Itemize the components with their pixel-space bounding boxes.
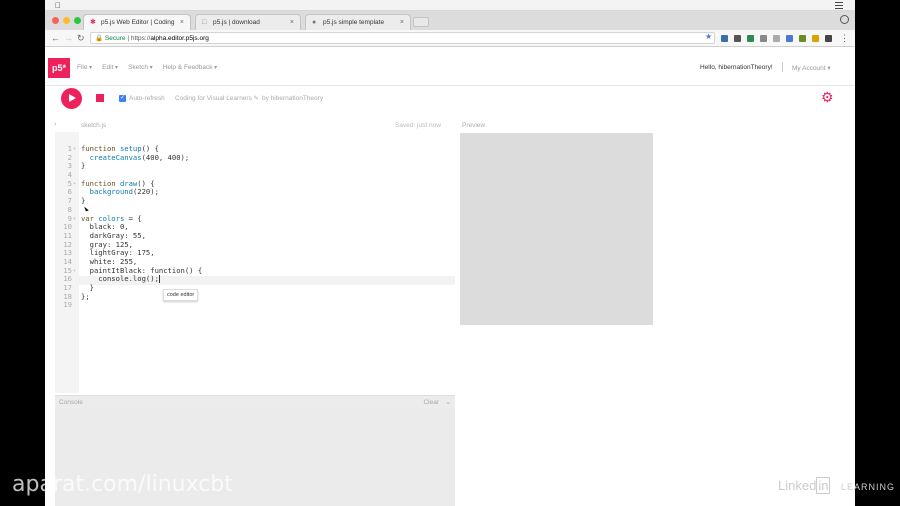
chevron-right-icon[interactable]: › bbox=[54, 121, 56, 128]
learning-label: LEARNING bbox=[841, 482, 896, 492]
browser-tab-template[interactable]: ● p5.js simple template × bbox=[305, 14, 411, 30]
auto-refresh-checkbox[interactable]: ✓ bbox=[119, 95, 126, 102]
console-clear-button[interactable]: Clear bbox=[423, 399, 439, 406]
mac-menu-bar:  bbox=[45, 0, 855, 11]
tab-title: p5.js | download bbox=[213, 19, 260, 26]
code-text: background(220); bbox=[89, 187, 159, 197]
extension-icon[interactable] bbox=[760, 35, 767, 42]
close-tab-icon[interactable]: × bbox=[400, 19, 404, 26]
menu-file[interactable]: File bbox=[77, 64, 92, 71]
header-divider bbox=[782, 62, 783, 72]
line-number: 19 bbox=[63, 300, 72, 310]
text-cursor bbox=[158, 275, 160, 284]
extension-icon[interactable] bbox=[734, 35, 741, 42]
apple-icon[interactable]:  bbox=[55, 0, 61, 11]
fold-arrow-icon[interactable]: ▾ bbox=[73, 267, 76, 276]
menu-edit[interactable]: Edit bbox=[102, 64, 118, 71]
console-header: Console Clear ⌄ bbox=[55, 395, 455, 408]
bookmark-star-icon[interactable]: ★ bbox=[705, 32, 712, 41]
fold-arrow-icon[interactable]: ▾ bbox=[73, 145, 76, 154]
auto-refresh-label: Auto-refresh bbox=[129, 95, 165, 102]
lock-icon: 🔒 bbox=[95, 35, 104, 42]
fold-arrow-icon[interactable]: ▾ bbox=[73, 180, 76, 189]
tab-title: p5.js Web Editor | Coding for V bbox=[101, 19, 176, 26]
url-host: alpha.editor.p5js.org bbox=[150, 35, 209, 42]
secure-label: Secure bbox=[104, 35, 126, 42]
browser-screen:  ✱ p5.js Web Editor | Coding for V × □ … bbox=[45, 0, 855, 506]
file-name[interactable]: sketch.js bbox=[81, 122, 106, 129]
browser-tab-strip: ✱ p5.js Web Editor | Coding for V × □ p5… bbox=[45, 11, 855, 30]
gear-icon[interactable]: ⚙ bbox=[821, 90, 834, 104]
menu-help[interactable]: Help & Feedback bbox=[163, 64, 218, 71]
minimize-window-icon[interactable] bbox=[63, 17, 70, 24]
pencil-icon[interactable]: ✎ bbox=[254, 96, 259, 102]
notification-menu-icon[interactable] bbox=[835, 2, 843, 9]
maximize-window-icon[interactable] bbox=[74, 17, 81, 24]
close-window-icon[interactable] bbox=[52, 17, 59, 24]
reload-icon[interactable]: ↻ bbox=[77, 32, 85, 44]
code-editor-tooltip: code editor bbox=[163, 289, 199, 301]
chevron-down-icon[interactable]: ⌄ bbox=[445, 398, 451, 406]
url-scheme: https:// bbox=[130, 35, 151, 42]
window-controls bbox=[52, 17, 81, 24]
p5-asterisk-icon: ✱ bbox=[90, 19, 96, 26]
forward-arrow-icon[interactable]: → bbox=[64, 32, 73, 44]
url-input[interactable]: 🔒 Secure | https://alpha.editor.p5js.org bbox=[90, 32, 715, 44]
browser-tab-editor[interactable]: ✱ p5.js Web Editor | Coding for V × bbox=[83, 14, 191, 30]
code-text: }; bbox=[81, 291, 90, 301]
browser-tab-download[interactable]: □ p5.js | download × bbox=[195, 14, 301, 30]
code-text: } bbox=[81, 196, 86, 206]
project-author: by hibernationTheory bbox=[262, 95, 324, 102]
close-tab-icon[interactable]: × bbox=[180, 19, 184, 26]
save-status: Saved: just now bbox=[395, 122, 441, 129]
browser-menu-icon[interactable]: ⋮ bbox=[840, 33, 849, 44]
back-arrow-icon[interactable]: ← bbox=[51, 32, 60, 44]
extension-icon[interactable] bbox=[786, 35, 793, 42]
fold-arrow-icon[interactable]: ▾ bbox=[73, 215, 76, 224]
close-tab-icon[interactable]: × bbox=[290, 19, 294, 26]
preview-canvas[interactable] bbox=[460, 133, 653, 325]
p5-logo[interactable]: p5* bbox=[48, 58, 70, 78]
app-header: p5* File Edit Sketch Help & Feedback Hel… bbox=[45, 48, 855, 86]
extension-icon[interactable] bbox=[799, 35, 806, 42]
extension-icon[interactable] bbox=[721, 35, 728, 42]
code-text: } bbox=[81, 161, 86, 171]
watermark-text: aparat.com/linuxcbt bbox=[12, 472, 233, 497]
globe-icon: ● bbox=[312, 19, 317, 26]
new-tab-button[interactable] bbox=[413, 17, 429, 27]
tab-title: p5.js simple template bbox=[323, 19, 385, 26]
extension-icon[interactable] bbox=[812, 35, 819, 42]
app-menu: File Edit Sketch Help & Feedback bbox=[77, 64, 217, 71]
stop-button[interactable] bbox=[96, 94, 104, 102]
menu-sketch[interactable]: Sketch bbox=[128, 64, 153, 71]
play-button[interactable] bbox=[61, 88, 82, 109]
address-bar-row: ← → ↻ 🔒 Secure | https://alpha.editor.p5… bbox=[45, 30, 855, 47]
console-title: Console bbox=[59, 399, 83, 406]
video-frame:  ✱ p5.js Web Editor | Coding for V × □ … bbox=[0, 0, 900, 506]
extension-icon[interactable] bbox=[773, 35, 780, 42]
account-menu[interactable]: My Account ▾ bbox=[792, 64, 831, 72]
extension-icon[interactable] bbox=[825, 35, 832, 42]
user-greeting: Hello, hibernationTheory! bbox=[700, 64, 773, 71]
preview-label: Preview bbox=[462, 122, 486, 129]
code-text: createCanvas(400, 400); bbox=[89, 152, 190, 162]
linkedin-logo: Linked in bbox=[778, 477, 831, 494]
profile-icon[interactable] bbox=[840, 15, 849, 24]
page-icon: □ bbox=[202, 19, 207, 26]
extension-icon[interactable] bbox=[747, 35, 754, 42]
project-name[interactable]: Coding for Visual Learners ✎ bbox=[175, 95, 259, 102]
